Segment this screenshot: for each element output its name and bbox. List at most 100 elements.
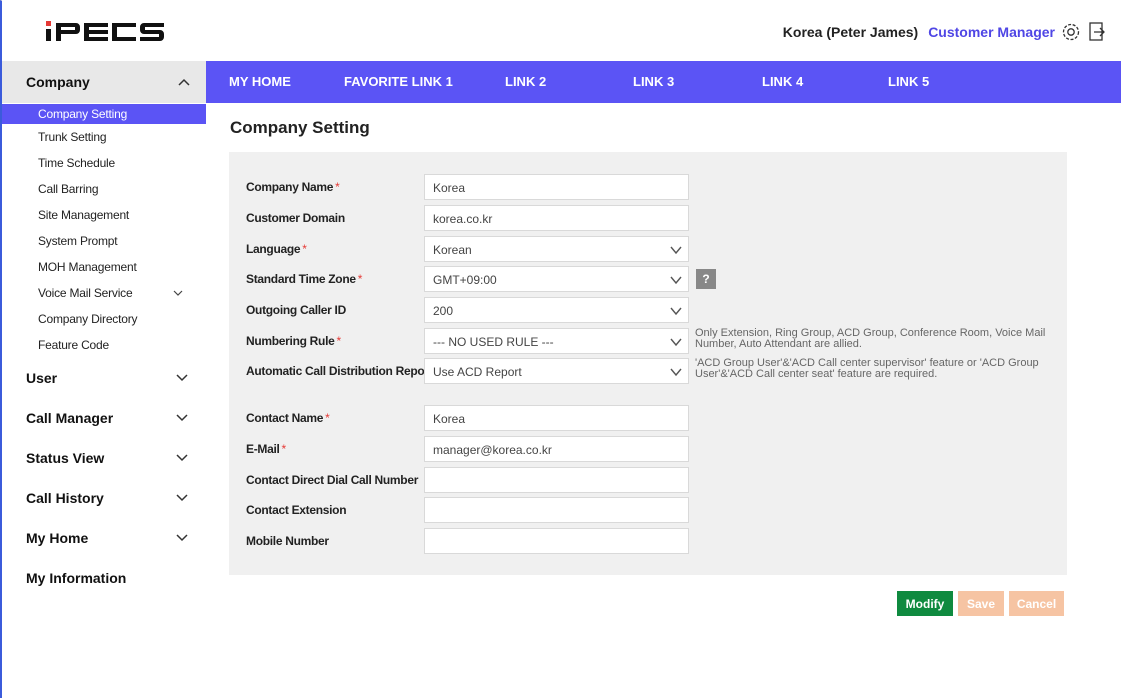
contact-ddi-input[interactable] (424, 467, 689, 493)
sidebar-group-label: User (26, 370, 58, 386)
nav-link-link-2[interactable]: LINK 2 (505, 74, 546, 89)
nav-link-link-3[interactable]: LINK 3 (633, 74, 674, 89)
sidebar-item-label: Call Barring (38, 182, 99, 196)
chevron-down-icon (176, 372, 188, 384)
email-input[interactable]: manager@korea.co.kr (424, 436, 689, 462)
modify-button[interactable]: Modify (897, 591, 953, 616)
user-role-link[interactable]: Customer Manager (928, 24, 1055, 40)
sidebar-group-user[interactable]: User (2, 358, 206, 398)
form-row-contact-name: Contact Name * Korea (229, 405, 1067, 431)
chevron-up-icon (178, 76, 190, 88)
form-row-contact-ddi: Contact Direct Dial Call Number (229, 467, 1067, 493)
page-title: Company Setting (230, 118, 370, 137)
sidebar-group-my-home[interactable]: My Home (2, 518, 206, 558)
help-button[interactable]: ? (696, 269, 716, 289)
field-label: Language * (246, 242, 307, 256)
sidebar-group-my-information[interactable]: My Information (2, 558, 206, 598)
form-row-numbering-rule: Numbering Rule * --- NO USED RULE --- Onl… (229, 328, 1067, 354)
mobile-number-input[interactable] (424, 528, 689, 554)
select-value: --- NO USED RULE --- (433, 335, 554, 349)
sidebar-item-label: Company Directory (38, 312, 138, 326)
field-label: Contact Extension (246, 503, 347, 517)
form-actions: Modify Save Cancel (897, 591, 1064, 616)
chevron-down-icon (176, 532, 188, 544)
sidebar-item-trunk-setting[interactable]: Trunk Setting (2, 124, 206, 150)
ipecs-logo[interactable] (44, 20, 164, 45)
nav-link-favorite-link-1[interactable]: FAVORITE LINK 1 (344, 74, 453, 89)
nav-link-my-home[interactable]: MY HOME (229, 74, 291, 89)
sidebar-item-label: Voice Mail Service (38, 286, 133, 300)
field-label: Automatic Call Distribution Report (246, 364, 433, 378)
nav-link-link-5[interactable]: LINK 5 (888, 74, 929, 89)
field-label: Standard Time Zone * (246, 272, 363, 286)
chevron-down-icon (670, 366, 682, 378)
field-label: E-Mail * (246, 442, 286, 456)
required-mark: * (335, 180, 340, 194)
form-row-language: Language * Korean (229, 236, 1067, 262)
form-row-outgoing-caller-id: Outgoing Caller ID 200 (229, 297, 1067, 323)
chevron-down-icon (176, 492, 188, 504)
sidebar-item-system-prompt[interactable]: System Prompt (2, 228, 206, 254)
form-row-company-name: Company Name * Korea (229, 174, 1067, 200)
sidebar-item-label: Trunk Setting (38, 130, 107, 144)
user-info: Korea (Peter James) Customer Manager (783, 22, 1107, 42)
select-value: GMT+09:00 (433, 273, 497, 287)
sidebar-item-time-schedule[interactable]: Time Schedule (2, 150, 206, 176)
sidebar-group-label: My Home (26, 530, 89, 546)
cancel-button[interactable]: Cancel (1009, 591, 1064, 616)
contact-name-input[interactable]: Korea (424, 405, 689, 431)
sidebar-item-label: System Prompt (38, 234, 118, 248)
chevron-down-icon (670, 274, 682, 286)
form-row-email: E-Mail * manager@korea.co.kr (229, 436, 1067, 462)
sidebar-group-label: Call Manager (26, 410, 114, 426)
form-row-contact-extension: Contact Extension (229, 497, 1067, 523)
sidebar-group-company[interactable]: Company (2, 61, 206, 103)
sidebar-item-company-directory[interactable]: Company Directory (2, 306, 206, 332)
nav-link-link-4[interactable]: LINK 4 (762, 74, 803, 89)
sidebar-item-voice-mail-service[interactable]: Voice Mail Service (2, 280, 206, 306)
sidebar-item-label: Feature Code (38, 338, 109, 352)
form-row-mobile-number: Mobile Number (229, 528, 1067, 554)
sidebar-item-feature-code[interactable]: Feature Code (2, 332, 206, 358)
required-mark: * (357, 272, 363, 286)
form-row-customer-domain: Customer Domain korea.co.kr (229, 205, 1067, 231)
field-label: Outgoing Caller ID (246, 303, 346, 317)
field-label: Customer Domain (246, 211, 345, 225)
top-nav: MY HOME FAVORITE LINK 1 LINK 2 LINK 3 LI… (206, 61, 1121, 103)
outgoing-caller-id-select[interactable]: 200 (424, 297, 689, 323)
chevron-down-icon (670, 244, 682, 256)
form-row-time-zone: Standard Time Zone * GMT+09:00 ? (229, 266, 1067, 292)
company-name-input[interactable]: Korea (424, 174, 689, 200)
numbering-rule-note: Only Extension, Ring Group, ACD Group, C… (695, 327, 1046, 350)
sidebar-group-call-history[interactable]: Call History (2, 478, 206, 518)
sidebar-group-call-manager[interactable]: Call Manager (2, 398, 206, 438)
acd-report-select[interactable]: Use ACD Report (424, 358, 689, 384)
contact-extension-input[interactable] (424, 497, 689, 523)
logout-icon[interactable] (1087, 22, 1107, 42)
select-value: 200 (433, 304, 454, 318)
field-label: Numbering Rule * (246, 334, 341, 348)
select-value: Use ACD Report (433, 365, 522, 379)
sidebar-item-moh-management[interactable]: MOH Management (2, 254, 206, 280)
form-row-acd-report: Automatic Call Distribution Report Use A… (229, 358, 1067, 384)
language-select[interactable]: Korean (424, 236, 689, 262)
customer-domain-input[interactable]: korea.co.kr (424, 205, 689, 231)
sidebar-item-call-barring[interactable]: Call Barring (2, 176, 206, 202)
sidebar-group-status-view[interactable]: Status View (2, 438, 206, 478)
sidebar-item-site-management[interactable]: Site Management (2, 202, 206, 228)
sidebar-item-company-setting[interactable]: Company Setting (2, 104, 206, 124)
required-mark: * (336, 334, 341, 348)
field-label: Company Name * (246, 180, 340, 194)
chevron-down-icon (176, 412, 188, 424)
user-name: Korea (Peter James) (782, 24, 919, 40)
top-header: Korea (Peter James) Customer Manager (2, 0, 1121, 61)
company-setting-form: Company Name * Korea Customer Domain kore… (229, 152, 1067, 575)
chevron-down-icon (172, 287, 184, 299)
numbering-rule-select[interactable]: --- NO USED RULE --- (424, 328, 689, 354)
save-button[interactable]: Save (958, 591, 1004, 616)
sidebar-item-label: Time Schedule (38, 156, 115, 170)
field-label: Contact Name * (246, 411, 330, 425)
sidebar-group-label: Call History (26, 490, 104, 506)
gear-icon[interactable] (1061, 22, 1081, 42)
time-zone-select[interactable]: GMT+09:00 (424, 266, 689, 292)
